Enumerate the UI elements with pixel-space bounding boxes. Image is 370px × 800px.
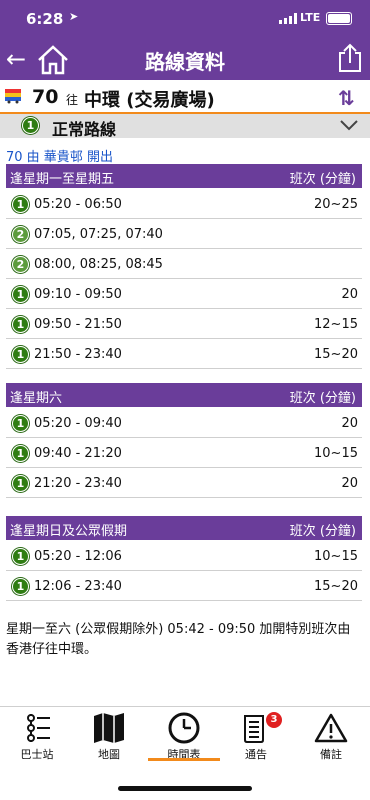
route-badge: 1 — [12, 548, 29, 565]
tab-remarks[interactable]: 備註 — [296, 708, 366, 768]
table-row: 1 21:50 - 23:40 15~20 — [6, 339, 362, 369]
table-row: 1 05:20 - 12:06 10~15 — [6, 541, 362, 571]
bus-stops-icon — [27, 714, 50, 742]
route-badge: 1 — [12, 445, 29, 462]
time-range: 05:20 - 12:06 — [34, 549, 122, 564]
location-arrow-icon: ➤ — [69, 10, 79, 23]
freq-header: 班次 (分鐘) — [289, 172, 356, 187]
tab-label: 地圖 — [98, 748, 120, 761]
route-badge: 1 — [12, 346, 29, 363]
battery-icon — [326, 12, 352, 25]
route-badge: 1 — [12, 316, 29, 333]
section-title: 逢星期六 — [10, 391, 63, 406]
section-header-sunday-holiday: 逢星期日及公眾假期 班次 (分鐘) — [6, 516, 362, 540]
tab-label: 通告 — [245, 748, 267, 761]
status-time: 6:28 — [26, 10, 64, 28]
time-range: 05:20 - 09:40 — [34, 416, 122, 431]
route-type-label: 正常路線 — [52, 120, 117, 139]
frequency: 20 — [341, 476, 358, 491]
tab-label: 備註 — [320, 748, 342, 761]
time-range: 21:50 - 23:40 — [34, 347, 122, 362]
swap-direction-button[interactable]: ⇅ — [338, 86, 355, 110]
table-row: 2 07:05, 07:25, 07:40 — [6, 219, 362, 249]
time-range: 07:05, 07:25, 07:40 — [34, 227, 163, 242]
frequency: 20~25 — [314, 197, 358, 212]
freq-header: 班次 (分鐘) — [289, 524, 356, 539]
frequency: 20 — [341, 416, 358, 431]
notification-badge: 3 — [266, 712, 282, 728]
section-title: 逢星期一至星期五 — [10, 172, 115, 187]
tab-label: 巴士站 — [20, 748, 54, 761]
table-row: 1 09:50 - 21:50 12~15 — [6, 309, 362, 339]
map-icon — [94, 713, 124, 743]
origin-text: 70 由 華貴邨 開出 — [6, 150, 113, 165]
to-label: 往 — [66, 93, 79, 107]
route-badge: 1 — [12, 286, 29, 303]
frequency: 15~20 — [314, 347, 358, 362]
route-destination: 中環 (交易廣場) — [84, 90, 215, 111]
signal-icon — [279, 13, 297, 24]
route-badge: 2 — [12, 226, 29, 243]
time-range: 21:20 - 23:40 — [34, 476, 122, 491]
route-number: 70 — [32, 86, 59, 108]
section-header-saturday: 逢星期六 班次 (分鐘) — [6, 383, 362, 407]
table-row: 1 09:40 - 21:20 10~15 — [6, 438, 362, 468]
route-badge: 1 — [12, 475, 29, 492]
frequency: 12~15 — [314, 317, 358, 332]
section-header-weekdays: 逢星期一至星期五 班次 (分鐘) — [6, 164, 362, 188]
table-row: 2 08:00, 08:25, 08:45 — [6, 249, 362, 279]
frequency: 10~15 — [314, 446, 358, 461]
frequency: 10~15 — [314, 549, 358, 564]
warning-icon — [314, 713, 348, 743]
frequency: 15~20 — [314, 579, 358, 594]
time-range: 09:50 - 21:50 — [34, 317, 122, 332]
table-row: 1 12:06 - 23:40 15~20 — [6, 571, 362, 601]
time-range: 05:20 - 06:50 — [34, 197, 122, 212]
special-service-note: 星期一至六 (公眾假期除外) 05:42 - 09:50 加開特別班次由香港仔往… — [6, 622, 351, 657]
home-indicator[interactable] — [118, 786, 252, 791]
share-icon[interactable] — [338, 43, 362, 73]
time-range: 09:40 - 21:20 — [34, 446, 122, 461]
table-row: 1 21:20 - 23:40 20 — [6, 468, 362, 498]
tab-bus-stops[interactable]: 巴士站 — [2, 708, 72, 768]
frequency: 20 — [341, 287, 358, 302]
status-bar: 6:28 ➤ LTE — [0, 0, 370, 40]
time-range: 08:00, 08:25, 08:45 — [34, 257, 163, 272]
route-badge: 1 — [12, 415, 29, 432]
network-label: LTE — [300, 11, 321, 24]
route-badge: 1 — [12, 578, 29, 595]
time-range: 12:06 - 23:40 — [34, 579, 122, 594]
active-tab-indicator — [148, 758, 220, 761]
table-row: 1 05:20 - 09:40 20 — [6, 408, 362, 438]
route-badge: 1 — [12, 196, 29, 213]
tab-map[interactable]: 地圖 — [74, 708, 144, 768]
time-range: 09:10 - 09:50 — [34, 287, 122, 302]
table-row: 1 05:20 - 06:50 20~25 — [6, 189, 362, 219]
bus-icon — [5, 89, 21, 104]
section-title: 逢星期日及公眾假期 — [10, 524, 128, 539]
route-type-badge: 1 — [22, 117, 39, 134]
route-badge: 2 — [12, 256, 29, 273]
clock-icon — [168, 712, 200, 744]
page-title: 路線資料 — [145, 50, 225, 74]
table-row: 1 09:10 - 09:50 20 — [6, 279, 362, 309]
freq-header: 班次 (分鐘) — [289, 391, 356, 406]
chevron-down-icon[interactable] — [340, 119, 358, 131]
